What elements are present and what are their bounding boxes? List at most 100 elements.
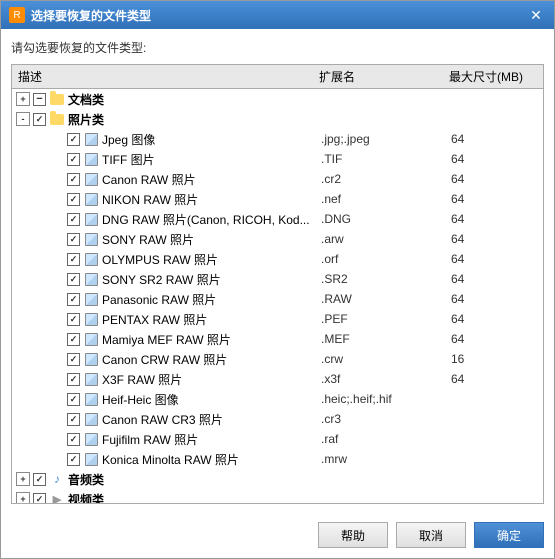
tree-row-fujifilm_raw: Fujifilm RAW 照片 .raf	[12, 429, 543, 449]
image-icon	[83, 351, 99, 367]
tree-row-jpeg: Jpeg 图像 .jpg;.jpeg 64	[12, 129, 543, 149]
item-label-tiff: TIFF 图片	[102, 151, 321, 168]
checkbox-jpeg[interactable]	[67, 133, 80, 146]
item-ext-canon_raw: .cr2	[321, 172, 451, 186]
cancel-button[interactable]: 取消	[396, 522, 466, 548]
checkbox-audio[interactable]	[33, 473, 46, 486]
content-area: 请勾选要恢复的文件类型: 描述 扩展名 最大尺寸(MB) + 文档类 -	[1, 29, 554, 514]
item-ext-olympus_raw: .orf	[321, 252, 451, 266]
checkbox-pentax_raw[interactable]	[67, 313, 80, 326]
image-icon	[83, 271, 99, 287]
row-inner-audio: + ♪ 音频类	[14, 471, 541, 488]
image-icon	[83, 331, 99, 347]
checkbox-docs[interactable]	[33, 93, 46, 106]
item-label-photos: 照片类	[68, 111, 321, 128]
table-header: 描述 扩展名 最大尺寸(MB)	[12, 65, 543, 89]
item-size-panasonic_raw: 64	[451, 292, 541, 306]
checkbox-sony_raw[interactable]	[67, 233, 80, 246]
checkbox-nikon_raw[interactable]	[67, 193, 80, 206]
item-label-audio: 音频类	[68, 471, 321, 488]
image-icon	[83, 451, 99, 467]
checkbox-x3f_raw[interactable]	[67, 373, 80, 386]
tree-row-konica_raw: Konica Minolta RAW 照片 .mrw	[12, 449, 543, 469]
checkbox-olympus_raw[interactable]	[67, 253, 80, 266]
item-size-tiff: 64	[451, 152, 541, 166]
checkbox-fujifilm_raw[interactable]	[67, 433, 80, 446]
sound-icon: ♪	[49, 471, 65, 487]
video-icon: ▶	[49, 491, 65, 504]
checkbox-sony_sr2[interactable]	[67, 273, 80, 286]
tree-row-video: + ▶ 视频类	[12, 489, 543, 504]
item-label-dng_raw: DNG RAW 照片(Canon, RICOH, Kod...	[102, 211, 321, 228]
expand-btn-photos[interactable]: -	[16, 112, 30, 126]
row-inner-olympus_raw: OLYMPUS RAW 照片 .orf 64	[14, 251, 541, 268]
item-size-canon_raw: 64	[451, 172, 541, 186]
checkbox-dng_raw[interactable]	[67, 213, 80, 226]
checkbox-panasonic_raw[interactable]	[67, 293, 80, 306]
item-label-sony_sr2: SONY SR2 RAW 照片	[102, 271, 321, 288]
tree-row-mamiya_mef: Mamiya MEF RAW 照片 .MEF 64	[12, 329, 543, 349]
image-icon	[83, 431, 99, 447]
item-ext-fujifilm_raw: .raf	[321, 432, 451, 446]
expand-btn-audio[interactable]: +	[16, 472, 30, 486]
expand-btn-docs[interactable]: +	[16, 92, 30, 106]
item-size-canon_crw: 16	[451, 352, 541, 366]
image-icon	[83, 311, 99, 327]
item-size-jpeg: 64	[451, 132, 541, 146]
item-label-x3f_raw: X3F RAW 照片	[102, 371, 321, 388]
checkbox-tiff[interactable]	[67, 153, 80, 166]
subtitle-text: 请勾选要恢复的文件类型:	[11, 39, 544, 56]
image-icon	[83, 171, 99, 187]
item-size-nikon_raw: 64	[451, 192, 541, 206]
row-inner-nikon_raw: NIKON RAW 照片 .nef 64	[14, 191, 541, 208]
item-label-heif: Heif-Heic 图像	[102, 391, 321, 408]
row-inner-sony_sr2: SONY SR2 RAW 照片 .SR2 64	[14, 271, 541, 288]
item-ext-konica_raw: .mrw	[321, 452, 451, 466]
image-icon	[83, 131, 99, 147]
row-inner-x3f_raw: X3F RAW 照片 .x3f 64	[14, 371, 541, 388]
header-desc: 描述	[16, 68, 319, 85]
item-label-video: 视频类	[68, 491, 321, 505]
tree-row-x3f_raw: X3F RAW 照片 .x3f 64	[12, 369, 543, 389]
row-inner-dng_raw: DNG RAW 照片(Canon, RICOH, Kod... .DNG 64	[14, 211, 541, 228]
ok-button[interactable]: 确定	[474, 522, 544, 548]
tree-row-nikon_raw: NIKON RAW 照片 .nef 64	[12, 189, 543, 209]
item-label-canon_cr3: Canon RAW CR3 照片	[102, 411, 321, 428]
item-ext-nikon_raw: .nef	[321, 192, 451, 206]
tree-row-olympus_raw: OLYMPUS RAW 照片 .orf 64	[12, 249, 543, 269]
item-label-olympus_raw: OLYMPUS RAW 照片	[102, 251, 321, 268]
checkbox-konica_raw[interactable]	[67, 453, 80, 466]
close-button[interactable]: ✕	[526, 5, 546, 25]
item-size-olympus_raw: 64	[451, 252, 541, 266]
file-type-table[interactable]: 描述 扩展名 最大尺寸(MB) + 文档类 - 照片类	[11, 64, 544, 504]
folder-icon	[49, 111, 65, 127]
checkbox-canon_cr3[interactable]	[67, 413, 80, 426]
row-inner-jpeg: Jpeg 图像 .jpg;.jpeg 64	[14, 131, 541, 148]
image-icon	[83, 151, 99, 167]
row-inner-konica_raw: Konica Minolta RAW 照片 .mrw	[14, 451, 541, 468]
item-label-konica_raw: Konica Minolta RAW 照片	[102, 451, 321, 468]
tree-row-pentax_raw: PENTAX RAW 照片 .PEF 64	[12, 309, 543, 329]
row-inner-pentax_raw: PENTAX RAW 照片 .PEF 64	[14, 311, 541, 328]
tree-body: + 文档类 - 照片类 Jpeg 图像 .jp	[12, 89, 543, 504]
main-window: R 选择要恢复的文件类型 ✕ 请勾选要恢复的文件类型: 描述 扩展名 最大尺寸(…	[0, 0, 555, 559]
item-ext-jpeg: .jpg;.jpeg	[321, 132, 451, 146]
app-icon: R	[9, 7, 25, 23]
checkbox-mamiya_mef[interactable]	[67, 333, 80, 346]
checkbox-video[interactable]	[33, 493, 46, 505]
checkbox-canon_raw[interactable]	[67, 173, 80, 186]
row-inner-panasonic_raw: Panasonic RAW 照片 .RAW 64	[14, 291, 541, 308]
window-title: 选择要恢复的文件类型	[31, 7, 151, 24]
checkbox-heif[interactable]	[67, 393, 80, 406]
checkbox-canon_crw[interactable]	[67, 353, 80, 366]
help-button[interactable]: 帮助	[318, 522, 388, 548]
tree-row-canon_raw: Canon RAW 照片 .cr2 64	[12, 169, 543, 189]
tree-row-photos: - 照片类	[12, 109, 543, 129]
checkbox-photos[interactable]	[33, 113, 46, 126]
item-label-docs: 文档类	[68, 91, 321, 108]
title-bar-left: R 选择要恢复的文件类型	[9, 7, 151, 24]
header-size: 最大尺寸(MB)	[449, 68, 539, 85]
item-ext-canon_cr3: .cr3	[321, 412, 451, 426]
expand-btn-video[interactable]: +	[16, 492, 30, 504]
folder-icon	[49, 91, 65, 107]
